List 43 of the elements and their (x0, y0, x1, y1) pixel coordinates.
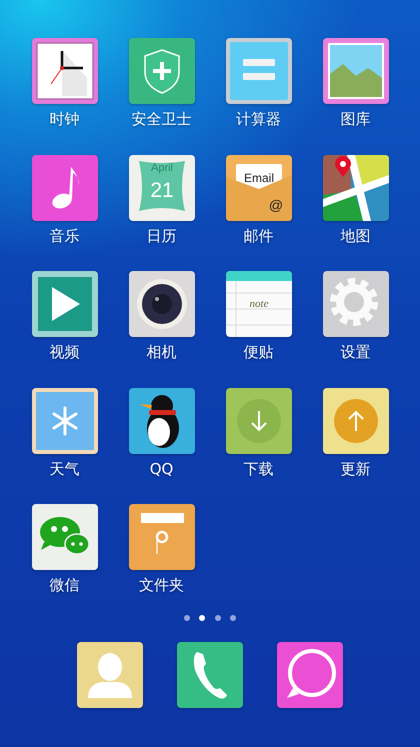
speech-bubble-icon[interactable] (277, 642, 343, 708)
folder-icon[interactable] (128, 504, 194, 570)
app-label: 视频 (50, 342, 80, 362)
app-label: 设置 (340, 342, 370, 362)
app-label: 下载 (244, 458, 274, 478)
card-text: Email (244, 170, 274, 184)
penguin-icon[interactable] (128, 388, 194, 454)
snowflake-icon[interactable] (32, 388, 98, 454)
app-label: 更新 (340, 458, 370, 478)
equals-icon[interactable] (226, 38, 292, 104)
map-icon[interactable] (322, 154, 388, 220)
phone-icon[interactable] (177, 642, 243, 708)
app-label: 邮件 (244, 226, 274, 246)
at-symbol: @ (268, 196, 283, 212)
app-label: 地图 (340, 226, 370, 246)
app-label: 计算器 (236, 109, 281, 129)
page-dot[interactable] (214, 615, 221, 621)
play-icon[interactable] (32, 271, 98, 337)
note-text: note (249, 298, 268, 310)
day-label: 21 (150, 178, 174, 202)
app-label: 文件夹 (139, 575, 184, 595)
music-note-icon[interactable] (32, 154, 98, 220)
app-label: 相机 (146, 342, 176, 362)
app-label: 便贴 (244, 342, 274, 362)
app-label: QQ (150, 458, 174, 478)
mountain-picture-icon[interactable] (322, 38, 388, 104)
page-dot[interactable] (199, 615, 206, 621)
clock-icon[interactable] (32, 38, 98, 104)
chat-bubbles-icon[interactable] (32, 504, 98, 570)
app-label: 天气 (50, 458, 80, 478)
app-label: 图库 (340, 109, 370, 129)
app-label: 安全卫士 (132, 109, 192, 129)
app-label: 音乐 (50, 226, 80, 246)
shield-icon[interactable] (128, 38, 194, 104)
envelope-icon[interactable]: Email @ (226, 154, 292, 220)
camera-icon[interactable] (128, 271, 194, 337)
page-dot[interactable] (230, 615, 236, 621)
month-label: April (150, 162, 172, 174)
app-label: 日历 (146, 226, 176, 246)
page-dot[interactable] (184, 615, 190, 621)
app-label: 时钟 (50, 109, 80, 129)
notepad-icon[interactable]: note (226, 271, 292, 337)
app-label: 微信 (50, 575, 80, 595)
